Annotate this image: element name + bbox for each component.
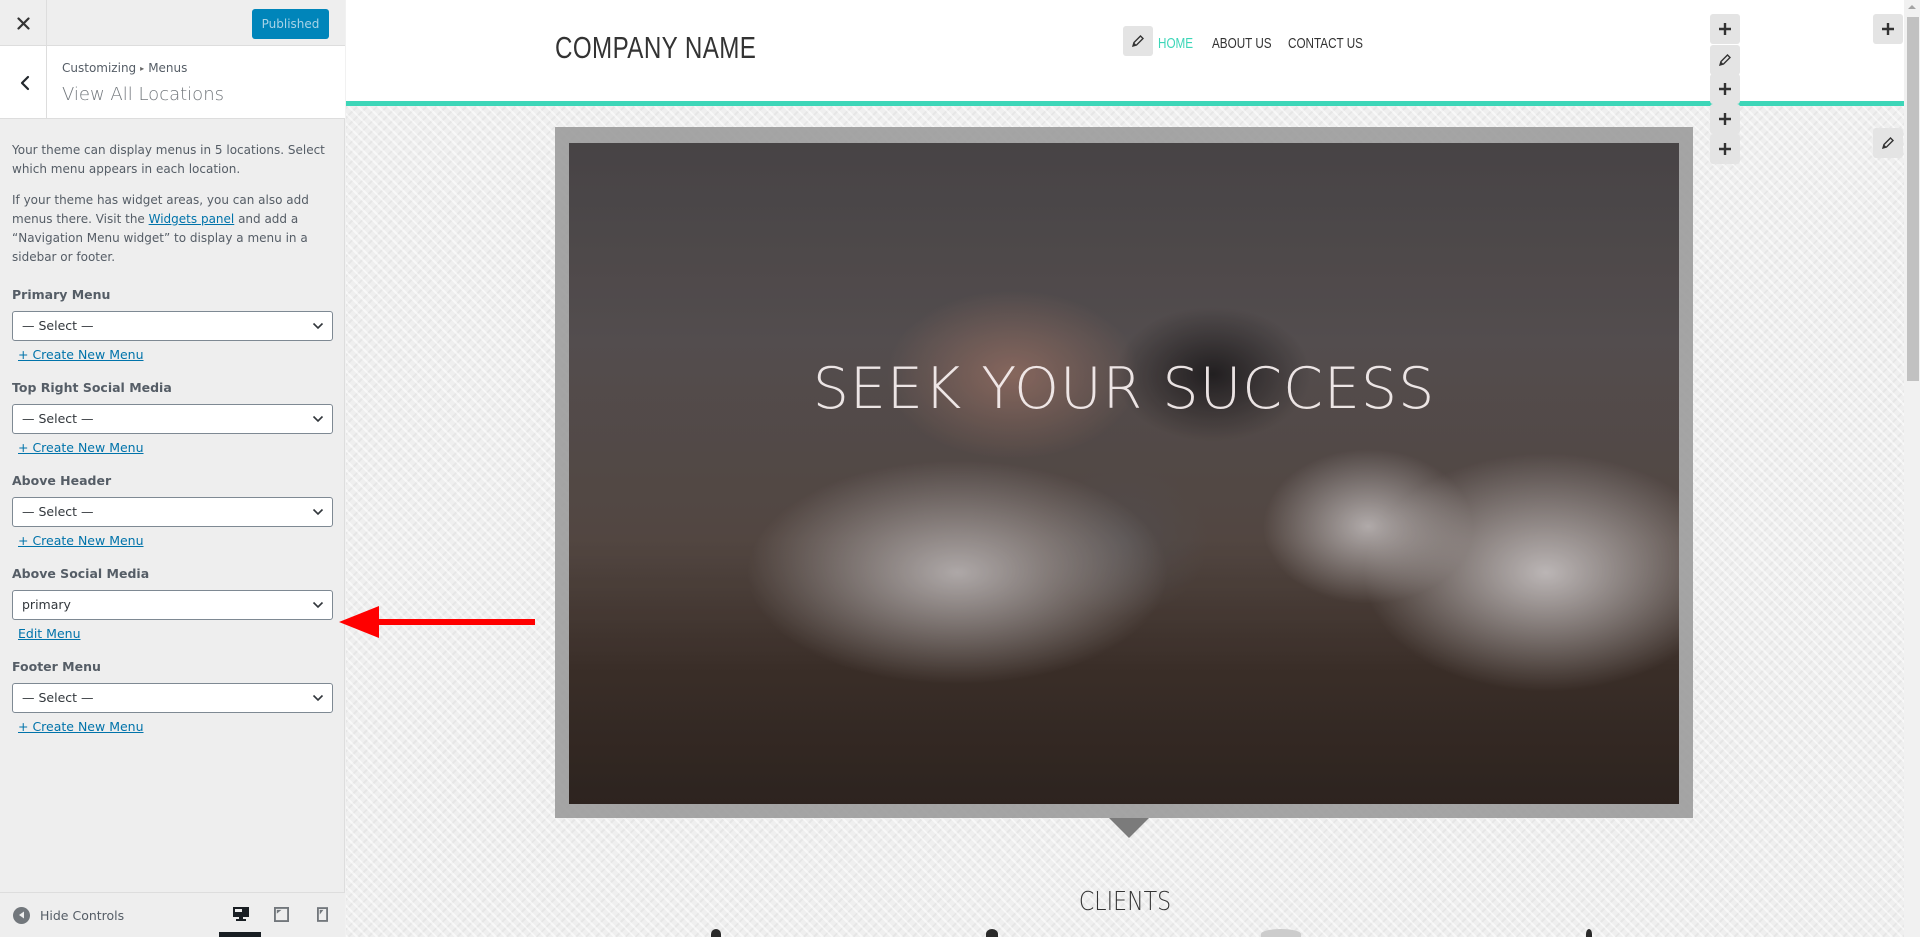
primary-navigation: HOME ABOUT US CONTACT US [1158,35,1378,52]
chevron-down-icon [312,322,324,330]
select-value: primary [22,597,71,612]
client-logo [986,929,998,937]
primary-menu-select[interactable]: — Select — [12,311,333,341]
widgets-description: If your theme has widget areas, you can … [12,191,334,267]
hero-background-image: SEEK YOUR SUCCESS [569,143,1679,804]
customizer-header-actions: Published [0,0,345,46]
add-section-button[interactable] [1710,104,1740,134]
hero-pointer-icon [1109,818,1149,838]
active-device-indicator [219,932,261,937]
pencil-icon [1881,137,1894,150]
select-value: — Select — [22,504,94,519]
menu-locations-panel: Your theme can display menus in 5 locati… [12,119,334,736]
nav-about-us[interactable]: ABOUT US [1212,35,1272,52]
section-header: Customizing ▸ Menus View All Locations [0,46,345,119]
preview-scrollbar[interactable] [1904,0,1920,937]
widgets-panel-link[interactable]: Widgets panel [149,212,235,226]
location-label: Footer Menu [12,659,101,674]
chevron-down-icon [312,601,324,609]
hide-controls-label: Hide Controls [40,907,125,923]
hide-controls-button[interactable]: Hide Controls [13,905,124,925]
customizer-footer: Hide Controls [0,892,345,937]
location-label: Primary Menu [12,287,111,302]
clients-heading: CLIENTS [1078,887,1172,917]
preview-desktop-button[interactable] [231,902,251,926]
location-label: Above Header [12,473,112,488]
back-button[interactable] [0,46,47,119]
add-section-button[interactable] [1710,134,1740,164]
create-new-menu-link[interactable]: + Create New Menu [18,346,144,364]
create-new-menu-link[interactable]: + Create New Menu [18,439,144,457]
client-logo [711,929,721,937]
customizer-sidebar: Published Customizing ▸ Menus View All Loc… [0,0,345,937]
section-title: View All Locations [62,84,224,105]
location-above-social-media: Above Social Media primary Edit Menu [12,564,334,643]
location-label: Above Social Media [12,566,150,581]
location-top-right-social-media: Top Right Social Media — Select — + Crea… [12,378,334,457]
published-button[interactable]: Published [252,9,329,39]
edit-widget-button[interactable] [1873,128,1903,158]
client-logo [1261,929,1301,937]
edit-menu-link[interactable]: Edit Menu [18,625,81,643]
header-accent-line [346,101,1904,106]
select-value: — Select — [22,318,94,333]
chevron-down-icon [312,415,324,423]
above-social-media-select[interactable]: primary [12,590,333,620]
chevron-down-icon [312,694,324,702]
site-preview: COMPANY NAME HOME ABOUT US CONTACT US SE… [346,0,1904,937]
add-widget-button[interactable] [1873,14,1903,44]
create-new-menu-link[interactable]: + Create New Menu [18,532,144,550]
site-title[interactable]: COMPANY NAME [555,30,756,66]
location-label: Top Right Social Media [12,380,172,395]
hero-overlay [569,143,1679,804]
nav-contact-us[interactable]: CONTACT US [1288,35,1363,52]
location-footer-menu: Footer Menu — Select — + Create New Menu [12,657,334,736]
edit-section-button[interactable] [1710,45,1740,75]
location-primary-menu: Primary Menu — Select — + Create New Men… [12,285,334,364]
plus-icon [1719,83,1731,95]
chevron-left-icon [20,75,30,90]
nav-home[interactable]: HOME [1158,35,1200,52]
close-customizer-button[interactable] [0,0,47,46]
scroll-up-arrow-icon[interactable] [1908,5,1916,9]
close-icon [16,16,30,30]
breadcrumb: Customizing ▸ Menus [62,61,187,75]
mobile-icon [316,906,328,922]
tablet-icon [273,906,289,922]
plus-icon [1719,23,1731,35]
create-new-menu-link[interactable]: + Create New Menu [18,718,144,736]
location-above-header: Above Header — Select — + Create New Men… [12,471,334,550]
locations-description: Your theme can display menus in 5 locati… [12,143,325,176]
plus-icon [1882,23,1894,35]
site-header: COMPANY NAME HOME ABOUT US CONTACT US [346,0,1904,101]
plus-icon [1719,143,1731,155]
hero-section: SEEK YOUR SUCCESS [555,127,1693,818]
preview-mobile-button[interactable] [312,902,332,926]
pencil-icon [1131,35,1144,48]
desktop-icon [233,907,249,921]
select-value: — Select — [22,690,94,705]
add-section-button[interactable] [1710,14,1740,44]
plus-icon [1719,113,1731,125]
pencil-icon [1718,54,1731,67]
footer-menu-select[interactable]: — Select — [12,683,333,713]
top-right-social-media-select[interactable]: — Select — [12,404,333,434]
chevron-down-icon [312,508,324,516]
above-header-select[interactable]: — Select — [12,497,333,527]
edit-nav-shortcut-button[interactable] [1123,26,1153,56]
hero-title: SEEK YOUR SUCCESS [812,356,1436,422]
scrollbar-thumb[interactable] [1907,17,1919,381]
collapse-arrow-icon [13,906,30,924]
client-logo [1586,929,1592,937]
select-value: — Select — [22,411,94,426]
preview-tablet-button[interactable] [271,902,291,926]
add-section-button[interactable] [1710,74,1740,104]
breadcrumb-current: Menus [148,61,188,75]
breadcrumb-separator-icon: ▸ [140,64,145,73]
breadcrumb-root: Customizing [62,61,137,75]
